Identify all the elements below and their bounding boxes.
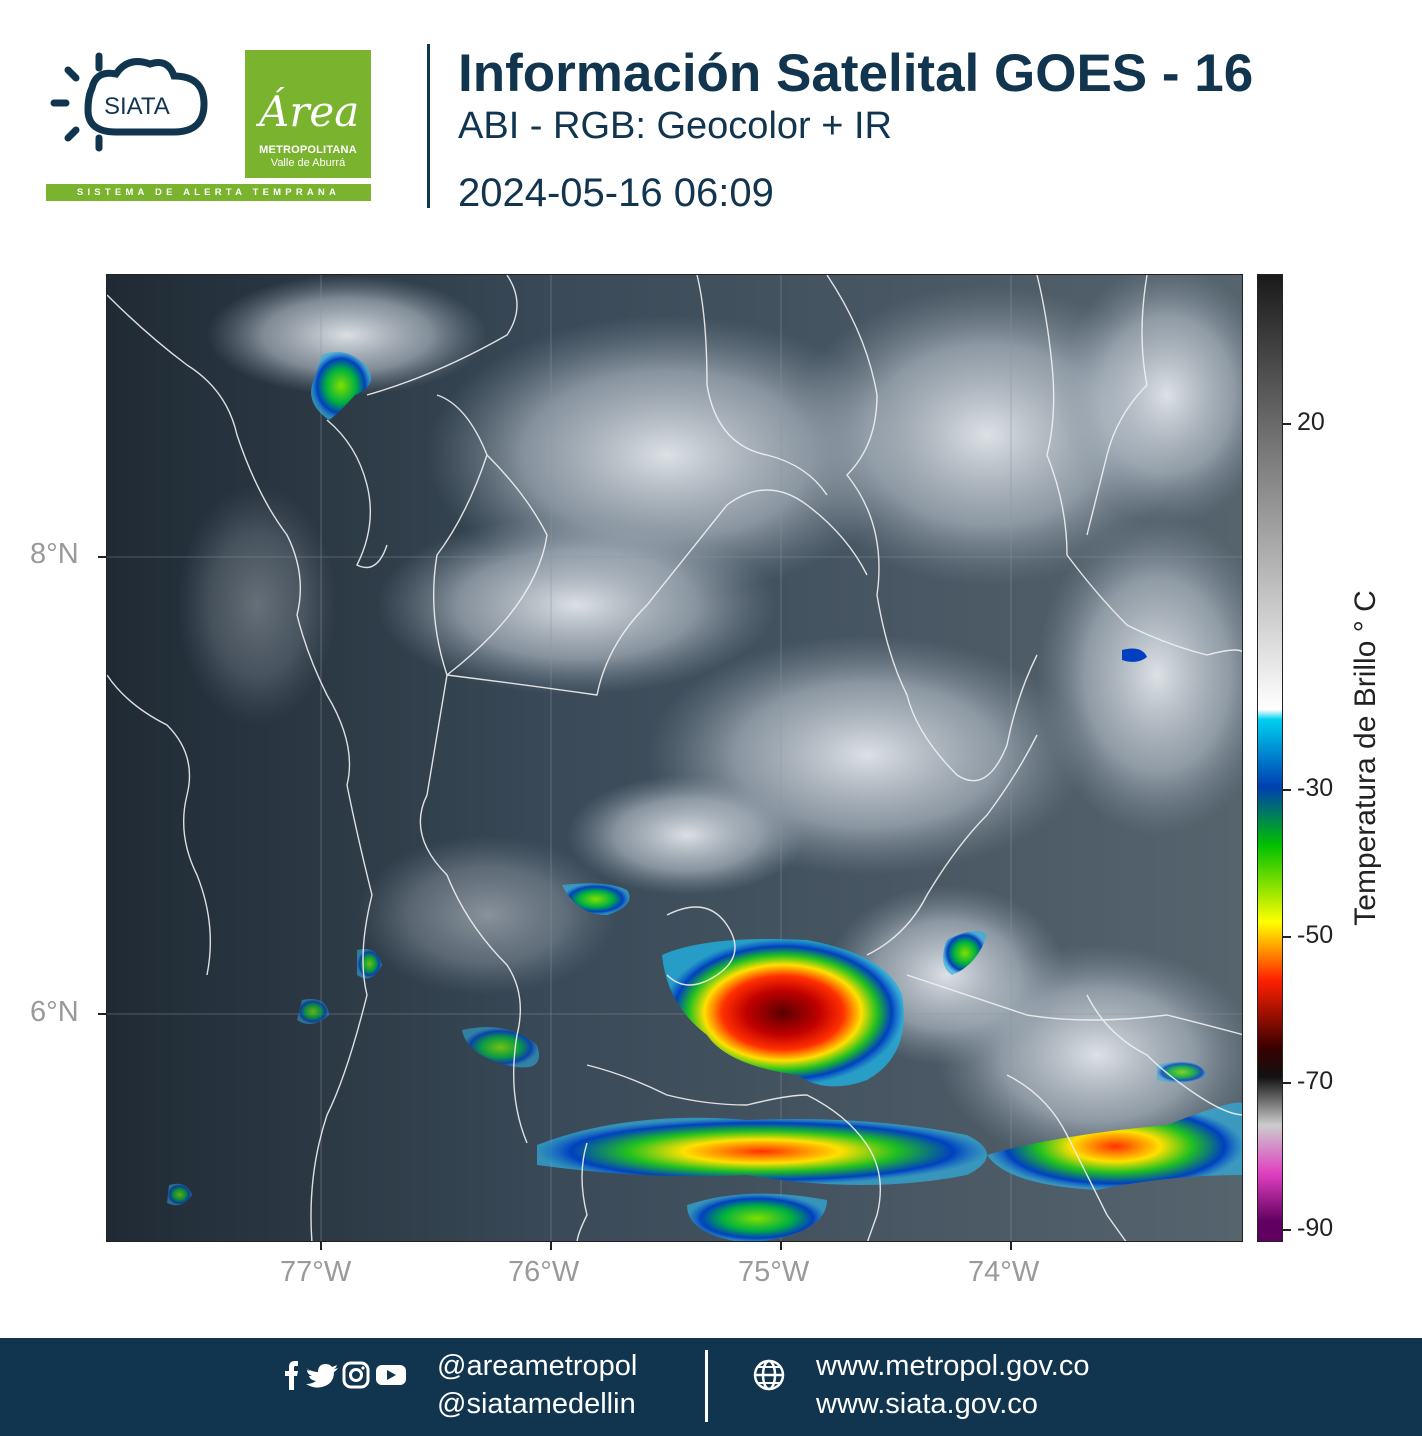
handle-siatamedellin[interactable]: @siatamedellin xyxy=(437,1388,636,1421)
siata-tagline: SISTEMA DE ALERTA TEMPRANA xyxy=(46,184,371,201)
lat-tick-8n xyxy=(98,556,106,558)
globe-icon xyxy=(753,1359,785,1391)
colorbar-tick-20 xyxy=(1283,423,1291,425)
page-title: Información Satelital GOES - 16 xyxy=(458,44,1254,103)
youtube-icon[interactable] xyxy=(376,1365,406,1385)
twitter-icon[interactable] xyxy=(306,1364,338,1388)
lat-label-6n: 6°N xyxy=(30,996,79,1028)
colorbar-label-minus90: -90 xyxy=(1297,1214,1334,1242)
area-metropolitana-logo: Área METROPOLITANA Valle de Aburrá xyxy=(245,50,371,178)
lon-label-75w: 75°W xyxy=(738,1256,810,1288)
footer-divider xyxy=(705,1350,708,1422)
lon-tick-75w xyxy=(780,1242,782,1250)
colorbar-tick-minus70 xyxy=(1283,1082,1291,1084)
handle-areametropol[interactable]: @areametropol xyxy=(437,1350,637,1383)
url-metropol[interactable]: www.metropol.gov.co xyxy=(816,1350,1089,1383)
lat-label-8n: 8°N xyxy=(30,538,79,570)
lon-tick-74w xyxy=(1010,1242,1012,1250)
area-logo-script: Área xyxy=(259,87,360,136)
lon-label-77w: 77°W xyxy=(280,1256,352,1288)
temperature-colorbar xyxy=(1257,274,1283,1242)
colorbar-label-minus30: -30 xyxy=(1297,774,1334,802)
url-siata[interactable]: www.siata.gov.co xyxy=(816,1388,1038,1421)
lon-tick-76w xyxy=(550,1242,552,1250)
colorbar-label-20: 20 xyxy=(1297,408,1325,436)
lon-label-76w: 76°W xyxy=(508,1256,580,1288)
instagram-icon[interactable] xyxy=(342,1361,370,1389)
header-divider xyxy=(427,44,430,208)
satellite-image xyxy=(107,275,1242,1241)
image-timestamp: 2024-05-16 06:09 xyxy=(458,171,774,215)
colorbar-tick-minus90 xyxy=(1283,1229,1291,1231)
lon-tick-77w xyxy=(320,1242,322,1250)
lon-label-74w: 74°W xyxy=(968,1256,1040,1288)
area-logo-line1: METROPOLITANA xyxy=(259,144,357,156)
colorbar-label-minus70: -70 xyxy=(1297,1067,1334,1095)
colorbar-tick-minus30 xyxy=(1283,789,1291,791)
social-icons xyxy=(285,1361,406,1390)
colorbar-title: Temperatura de Brillo ° C xyxy=(1349,590,1382,926)
header: SIATA Área METROPOLITANA Valle de Aburrá… xyxy=(0,0,1422,240)
footer: @areametropol @siatamedellin www.metropo… xyxy=(0,1338,1422,1436)
lat-tick-6n xyxy=(98,1013,106,1015)
siata-logo-text: SIATA xyxy=(104,93,170,120)
colorbar-tick-minus50 xyxy=(1283,936,1291,938)
page-subtitle: ABI - RGB: Geocolor + IR xyxy=(458,105,892,147)
satellite-map xyxy=(106,274,1243,1242)
area-logo-line2: Valle de Aburrá xyxy=(270,157,346,169)
colorbar-label-minus50: -50 xyxy=(1297,921,1334,949)
siata-logo: SIATA xyxy=(50,52,208,152)
facebook-icon[interactable] xyxy=(285,1361,298,1390)
